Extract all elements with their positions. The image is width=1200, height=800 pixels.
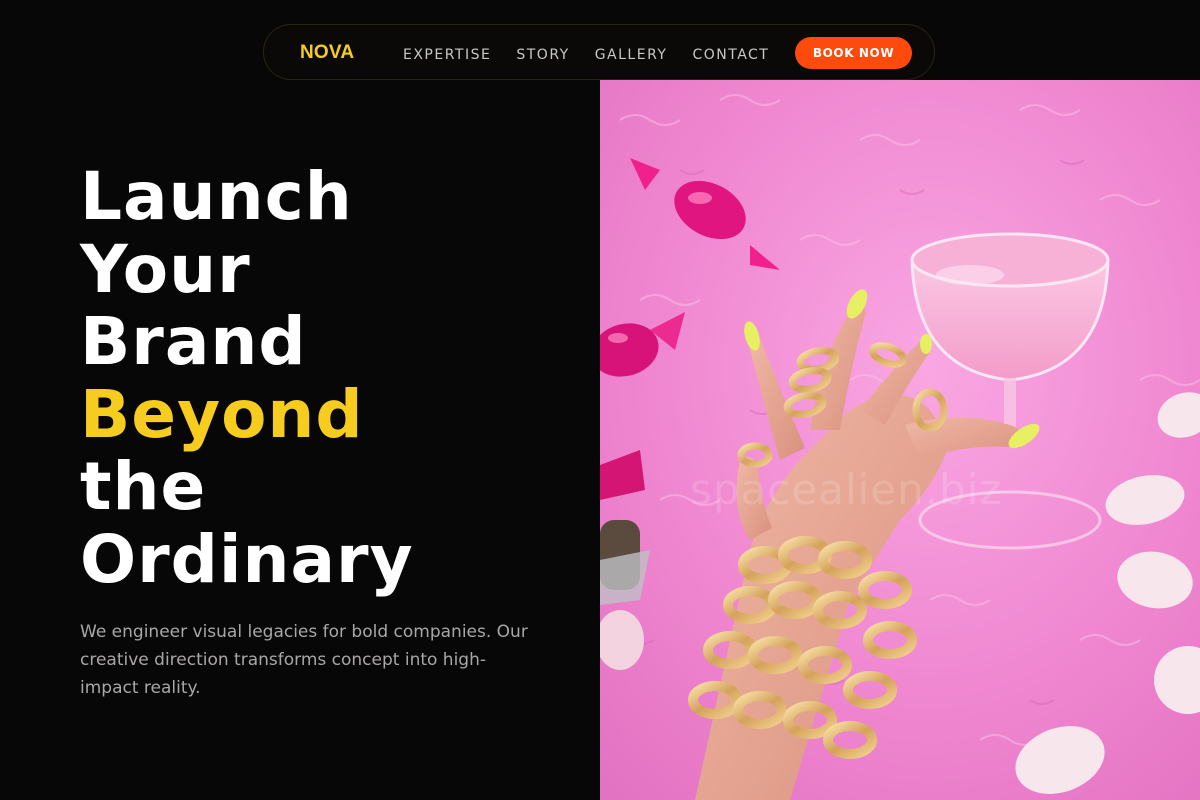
headline-accent-beyond: Beyond	[80, 375, 364, 453]
nav-links: EXPERTISE STORY GALLERY CONTACT	[403, 25, 769, 81]
hero-photo-illustration	[600, 80, 1200, 800]
hero-description: We engineer visual legacies for bold com…	[80, 622, 528, 698]
nav-item-contact: CONTACT	[692, 44, 769, 63]
headline-line-the: the	[80, 448, 207, 525]
headline-line-brand: Brand	[80, 303, 307, 380]
brand-logo[interactable]: NOVA	[300, 25, 354, 81]
nav-link-contact[interactable]: CONTACT	[692, 47, 769, 63]
top-navigation: NOVA EXPERTISE STORY GALLERY CONTACT BOO…	[263, 24, 935, 80]
nav-item-expertise: EXPERTISE	[403, 44, 491, 63]
headline-line-your: Your	[80, 230, 251, 308]
book-now-button[interactable]: BOOK NOW	[795, 37, 912, 69]
nav-item-story: STORY	[516, 44, 569, 63]
headline-line-ordinary: Ordinary	[80, 520, 414, 598]
hero-photo: spacealien.biz	[600, 80, 1200, 800]
hero-headline: Launch Your Brand Beyond the Ordinary	[80, 158, 414, 598]
landing-page: NOVA EXPERTISE STORY GALLERY CONTACT BOO…	[0, 0, 1200, 800]
headline-line-launch: Launch	[80, 158, 353, 235]
nav-link-gallery[interactable]: GALLERY	[595, 47, 668, 63]
nav-item-gallery: GALLERY	[595, 44, 668, 63]
nav-link-expertise[interactable]: EXPERTISE	[403, 47, 491, 63]
nav-link-story[interactable]: STORY	[516, 47, 569, 63]
